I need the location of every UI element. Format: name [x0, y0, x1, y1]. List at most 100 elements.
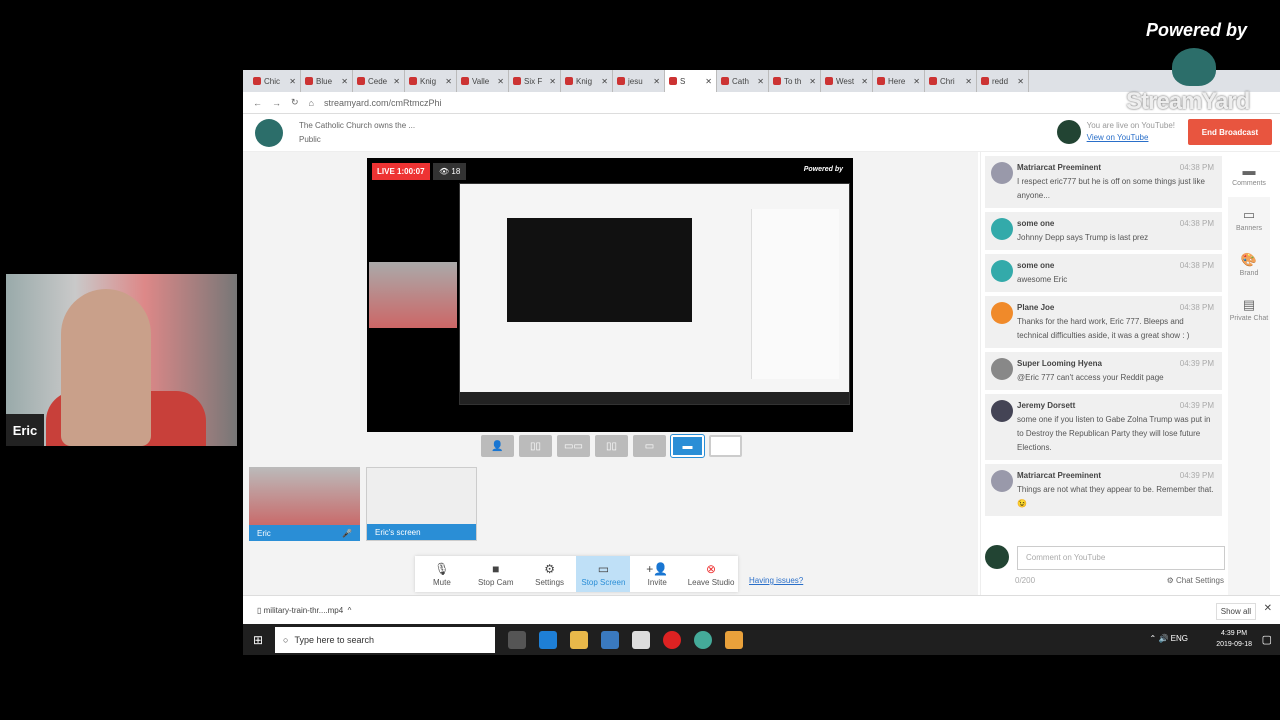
streamyard-logo	[1172, 48, 1216, 86]
chrome-icon[interactable]	[694, 630, 712, 649]
side-tab-private-chat[interactable]: ▤ Private Chat	[1228, 287, 1270, 332]
browser-tab[interactable]: redd ✕	[977, 70, 1029, 92]
close-tab-icon[interactable]: ✕	[601, 77, 608, 86]
close-tab-icon[interactable]: ✕	[289, 77, 296, 86]
side-tab-label: Brand	[1239, 270, 1259, 277]
browser-tab[interactable]: Valle ✕	[457, 70, 509, 92]
layout-side[interactable]: ▭	[633, 435, 666, 457]
close-tab-icon[interactable]: ✕	[341, 77, 348, 86]
side-tab-brand[interactable]: 🎨 Brand	[1228, 242, 1270, 287]
download-file[interactable]: military-train-thr....mp4	[264, 606, 344, 615]
comment-input[interactable]: Comment on YouTube	[1017, 546, 1225, 570]
thumb-screen[interactable]: Eric's screen	[366, 467, 477, 541]
language-indicator[interactable]: ENG	[1171, 634, 1188, 643]
streamyard-logo-small	[255, 118, 283, 147]
microphone-icon[interactable]: 🎤	[342, 529, 352, 538]
broadcast-title[interactable]: The Catholic Church owns the ...	[299, 119, 415, 133]
tool-label: Leave Studio	[687, 577, 735, 587]
studio-toolbar: 🎙 Mute ■ Stop Cam ⚙ Settings ▭ Stop Screen +👤 Inv…	[415, 556, 738, 592]
close-tab-icon[interactable]: ✕	[757, 77, 764, 86]
layout-group[interactable]: ▯▯	[519, 435, 552, 457]
close-tab-icon[interactable]: ✕	[1017, 77, 1024, 86]
end-broadcast-button[interactable]: End Broadcast	[1188, 119, 1272, 145]
file-explorer-icon[interactable]	[570, 630, 588, 649]
close-tab-icon[interactable]: ✕	[809, 77, 816, 86]
browser-tab[interactable]: jesu ✕	[613, 70, 665, 92]
home-icon[interactable]: ⌂	[309, 98, 314, 108]
layout-tiles[interactable]: ▯▯	[595, 435, 628, 457]
browser-tab[interactable]: West ✕	[821, 70, 873, 92]
having-issues-link[interactable]: Having issues?	[749, 576, 803, 585]
chat-message: Matriarcat Preeminent 04:38 PM I respect e…	[985, 156, 1222, 208]
close-tab-icon[interactable]: ✕	[549, 77, 556, 86]
store-icon[interactable]	[601, 630, 619, 649]
add-person-icon: +👤	[646, 561, 669, 576]
browser-tab[interactable]: Knig ✕	[405, 70, 457, 92]
user-avatar	[985, 545, 1009, 569]
browser-tab[interactable]: Here ✕	[873, 70, 925, 92]
task-view-icon[interactable]	[508, 630, 526, 649]
message-text: @Eric 777 can't access your Reddit page	[1017, 373, 1164, 382]
side-tab-banners[interactable]: ▭ Banners	[1228, 197, 1270, 242]
show-all-button[interactable]: Show all	[1215, 603, 1256, 620]
browser-tab[interactable]: Six F ✕	[509, 70, 561, 92]
close-tab-icon[interactable]: ✕	[497, 77, 504, 86]
address-bar[interactable]: ← → ↻ ⌂ streamyard.com/cmRtmczPhi	[243, 92, 1280, 114]
leave-studio-button[interactable]: ⊗ Leave Studio	[684, 556, 738, 592]
browser-tab[interactable]: Chic ✕	[249, 70, 301, 92]
layout-solo[interactable]: 👤	[481, 435, 514, 457]
file-icon: ▯	[257, 605, 264, 615]
settings-button[interactable]: ⚙ Settings	[523, 556, 577, 592]
close-tab-icon[interactable]: ✕	[393, 77, 400, 86]
back-icon[interactable]: ←	[253, 98, 262, 108]
clock[interactable]: 4:39 PM 2019-09-18	[1216, 628, 1252, 650]
close-icon[interactable]: ✕	[1264, 603, 1272, 614]
mail-icon[interactable]	[632, 630, 650, 649]
chat-message: Matriarcat Preeminent 04:39 PM Things are …	[985, 464, 1222, 516]
browser-tab[interactable]: To th ✕	[769, 70, 821, 92]
chat-message: Super Looming Hyena 04:39 PM @Eric 777 can…	[985, 352, 1222, 390]
layout-screen-cam[interactable]: ▬	[670, 434, 705, 458]
notifications-icon[interactable]: ▢	[1262, 633, 1272, 646]
favicon-icon	[773, 77, 781, 85]
close-tab-icon[interactable]: ✕	[653, 77, 660, 86]
app-icon[interactable]	[725, 630, 743, 649]
close-tab-icon[interactable]: ✕	[445, 77, 452, 86]
invite-button[interactable]: +👤 Invite	[630, 556, 684, 592]
message-time: 04:38 PM	[1179, 163, 1214, 172]
browser-tab[interactable]: Cath ✕	[717, 70, 769, 92]
browser-tab[interactable]: S ✕	[665, 70, 717, 92]
system-tray[interactable]: ⌃ 🔊 ENG	[1150, 634, 1188, 643]
close-tab-icon[interactable]: ✕	[861, 77, 868, 86]
reload-icon[interactable]: ↻	[291, 97, 299, 108]
chevron-up-icon[interactable]: ^	[343, 606, 352, 615]
layout-screen-only[interactable]	[709, 435, 742, 457]
close-tab-icon[interactable]: ✕	[913, 77, 920, 86]
browser-tab[interactable]: Knig ✕	[561, 70, 613, 92]
browser-tab[interactable]: Blue ✕	[301, 70, 353, 92]
view-on-youtube-link[interactable]: View on YouTube	[1087, 133, 1149, 142]
browser-tab[interactable]: Chri ✕	[925, 70, 977, 92]
thumb-camera[interactable]: Eric 🎤	[249, 467, 360, 541]
chat-message: some one 04:38 PM awesome Eric	[985, 254, 1222, 292]
close-circle-icon: ⊗	[706, 561, 717, 576]
forward-icon[interactable]: →	[272, 98, 281, 108]
stop-screen-button[interactable]: ▭ Stop Screen	[576, 556, 631, 592]
close-tab-icon[interactable]: ✕	[705, 77, 712, 86]
taskbar-search[interactable]: ○ Type here to search	[275, 626, 495, 653]
side-tab-comments[interactable]: ▬ Comments	[1228, 152, 1270, 197]
stop-cam-button[interactable]: ■ Stop Cam	[469, 556, 523, 592]
commenter-avatar	[991, 162, 1013, 184]
chat-messages[interactable]: Matriarcat Preeminent 04:38 PM I respect e…	[981, 156, 1230, 516]
url-text[interactable]: streamyard.com/cmRtmczPhi	[324, 98, 442, 108]
tab-label: Valle	[472, 76, 490, 86]
windows-start-icon[interactable]: ⊞	[253, 633, 263, 647]
thumb-label: Eric's screen	[375, 528, 421, 537]
close-tab-icon[interactable]: ✕	[965, 77, 972, 86]
opera-icon[interactable]	[663, 630, 681, 649]
mute-button[interactable]: 🎙 Mute	[415, 556, 469, 592]
edge-icon[interactable]	[539, 630, 557, 649]
browser-tab[interactable]: Cede ✕	[353, 70, 405, 92]
chat-settings-button[interactable]: ⚙ Chat Settings	[1167, 576, 1224, 585]
layout-thin[interactable]: ▭▭	[557, 435, 590, 457]
